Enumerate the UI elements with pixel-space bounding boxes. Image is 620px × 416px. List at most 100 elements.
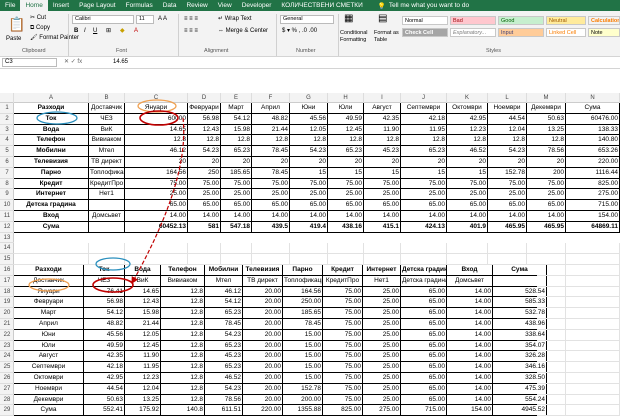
table2-cell[interactable]: Декември [14, 394, 84, 406]
table2-supplier-cell[interactable]: Домсьвет [447, 275, 493, 287]
table2-cell[interactable]: 65.00 [401, 297, 447, 309]
empty-cell[interactable] [566, 329, 620, 341]
empty-cell[interactable] [328, 254, 364, 265]
table1-cell[interactable]: 419.4 [290, 221, 328, 233]
table2-header-cell[interactable]: Парно [283, 265, 323, 276]
table1-cell[interactable]: 12.45 [328, 124, 364, 136]
table1-cell[interactable]: 48.82 [252, 113, 290, 125]
table1-cell[interactable]: 14.00 [447, 211, 488, 222]
table1-cell[interactable]: 14.00 [221, 211, 252, 222]
table1-cell[interactable]: 78.45 [252, 146, 290, 157]
number-format-combo[interactable]: General [280, 15, 334, 24]
table2-cell[interactable]: 25.00 [363, 394, 401, 406]
tab-1[interactable]: Home [20, 0, 48, 11]
empty-cell[interactable] [537, 394, 566, 406]
column-header-A[interactable]: A [14, 93, 89, 103]
empty-cell[interactable] [14, 254, 89, 265]
table1-cell[interactable]: 46.12 [125, 146, 188, 157]
table1-cell[interactable]: 60000 [125, 113, 188, 125]
table1-cell[interactable]: 14.00 [328, 211, 364, 222]
table2-cell[interactable]: 220.00 [243, 405, 283, 416]
empty-cell[interactable] [566, 351, 620, 363]
table1-header-cell[interactable]: Юли [328, 103, 364, 114]
table1-cell[interactable]: 12.8 [527, 135, 566, 147]
empty-cell[interactable] [566, 243, 620, 255]
table2-cell[interactable]: 65.00 [401, 340, 447, 352]
empty-cell[interactable] [566, 405, 620, 416]
table1-cell[interactable]: 11.95 [401, 124, 447, 136]
table2-cell[interactable]: 20.00 [243, 308, 283, 319]
empty-cell[interactable] [537, 308, 566, 319]
table1-cell[interactable]: 64869.11 [566, 221, 620, 233]
empty-cell[interactable] [566, 265, 620, 276]
table2-cell[interactable]: 20.00 [243, 340, 283, 352]
style-neutral[interactable]: Neutral [546, 16, 586, 25]
empty-cell[interactable] [364, 243, 401, 255]
table2-supplier-cell[interactable]: ТВ директ [243, 275, 283, 287]
table1-cell[interactable]: 25.00 [447, 189, 488, 201]
table2-supplier-cell[interactable]: Нет1 [363, 275, 401, 287]
table2-cell[interactable]: 75.00 [323, 340, 363, 352]
table1-cell[interactable]: 715.00 [566, 200, 620, 211]
table2-cell[interactable]: 45.56 [84, 329, 125, 341]
empty-cell[interactable] [537, 286, 566, 298]
table1-cell[interactable]: 12.8 [188, 135, 221, 147]
table2-cell[interactable]: 11.90 [125, 351, 161, 363]
table2-cell[interactable]: 20.00 [243, 383, 283, 395]
table1-cell[interactable]: 65.00 [188, 200, 221, 211]
empty-cell[interactable] [537, 405, 566, 416]
table2-cell[interactable]: 75.00 [323, 286, 363, 298]
table2-cell[interactable]: Сума [14, 405, 84, 416]
table2-cell[interactable]: 152.78 [283, 383, 323, 395]
style-calculation[interactable]: Calculation [588, 16, 620, 25]
table1-cell[interactable]: 15 [364, 167, 401, 179]
table2-cell[interactable]: 20.00 [243, 286, 283, 298]
table2-supplier-cell[interactable]: КредитПро [323, 275, 363, 287]
table1-cell[interactable]: Мтел [89, 146, 125, 157]
table2-cell[interactable]: 12.8 [161, 329, 205, 341]
table2-supplier-cell[interactable]: Вивиаком [161, 275, 205, 287]
table2-cell[interactable]: 42.35 [84, 351, 125, 363]
table2-cell[interactable]: 65.00 [401, 383, 447, 395]
table1-cell[interactable]: Телефон [14, 135, 89, 147]
row-header-3[interactable]: 3 [0, 125, 14, 136]
tab-9[interactable]: КОЛИЧЕСТВЕНИ СМЕТКИ [276, 0, 367, 11]
table2-cell[interactable]: 75.00 [323, 394, 363, 406]
row-header-14[interactable]: 14 [0, 243, 14, 255]
table1-cell[interactable]: 20 [401, 157, 447, 168]
name-box[interactable]: C3 [2, 58, 57, 67]
table2-cell[interactable]: 20.00 [243, 329, 283, 341]
table1-cell[interactable]: 65.00 [401, 200, 447, 211]
format-as-table-icon[interactable]: ▤ [378, 14, 387, 24]
table1-cell[interactable]: 75.00 [527, 178, 566, 190]
font-name-combo[interactable]: Calibri [72, 15, 134, 24]
table1-cell[interactable]: 60476.00 [566, 113, 620, 125]
table1-cell[interactable]: 138.33 [566, 124, 620, 136]
table1-cell[interactable]: 25.00 [188, 189, 221, 201]
empty-cell[interactable] [537, 329, 566, 341]
tab-0[interactable]: File [0, 0, 20, 11]
merge-center-button[interactable]: ⇔ Merge & Center [218, 27, 268, 35]
empty-cell[interactable] [537, 362, 566, 373]
table1-cell[interactable]: 200 [527, 167, 566, 179]
row-header-27[interactable]: 27 [0, 384, 14, 395]
table1-cell[interactable] [89, 200, 125, 211]
table2-cell[interactable]: 65.23 [205, 308, 243, 319]
font-size-combo[interactable]: 11 [136, 15, 154, 24]
column-header-J[interactable]: J [401, 93, 447, 103]
table1-cell[interactable]: 15 [401, 167, 447, 179]
underline-button[interactable]: U [93, 27, 97, 35]
table2-cell[interactable]: 75.00 [323, 351, 363, 363]
table1-header-cell[interactable]: Доставчик [89, 103, 125, 114]
table1-cell[interactable]: 20 [527, 157, 566, 168]
empty-cell[interactable] [252, 254, 290, 265]
table1-cell[interactable]: 65.00 [527, 200, 566, 211]
table1-cell[interactable]: 12.8 [221, 135, 252, 147]
table2-cell[interactable]: 11.95 [125, 362, 161, 373]
table1-cell[interactable]: 75.00 [125, 178, 188, 190]
row-header-10[interactable]: 10 [0, 200, 14, 211]
table1-cell[interactable]: 275.00 [566, 189, 620, 201]
table2-supplier-cell[interactable]: Детска градина [401, 275, 447, 287]
conditional-formatting-button[interactable]: Conditional Formatting [340, 30, 374, 43]
style-good[interactable]: Good [498, 16, 544, 25]
